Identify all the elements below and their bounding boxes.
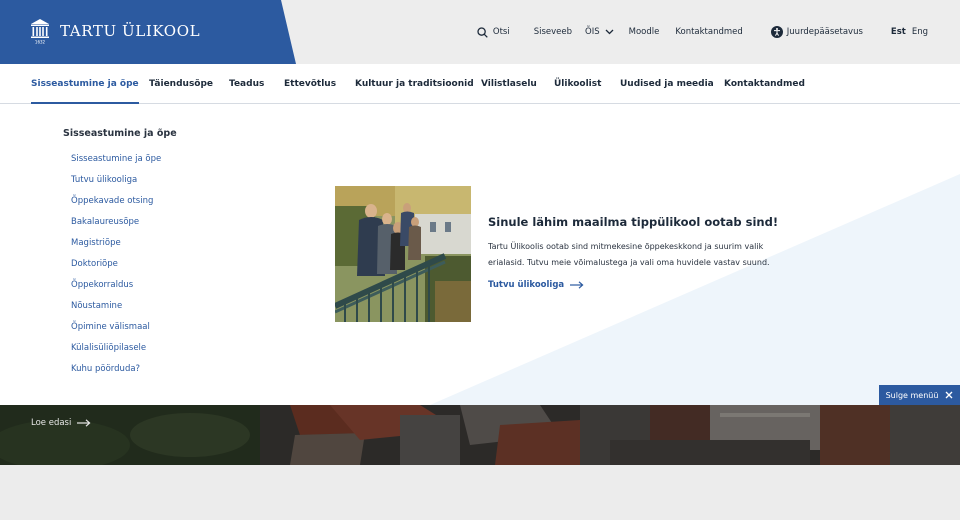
submenu-item[interactable]: Magistriõpe <box>71 237 161 258</box>
tab-kultuur[interactable]: Kultuur ja traditsioonid <box>355 64 474 104</box>
link-kontaktandmed[interactable]: Kontaktandmed <box>675 27 742 37</box>
submenu-item[interactable]: Nõustamine <box>71 300 161 321</box>
arrow-right-icon <box>570 281 584 289</box>
read-more-link[interactable]: Loe edasi <box>31 418 91 428</box>
tab-kontaktandmed[interactable]: Kontaktandmed <box>724 64 805 104</box>
tab-ulikoolist[interactable]: Ülikoolist <box>554 64 601 104</box>
close-menu-label: Sulge menüü <box>885 390 939 400</box>
page-bottom-area <box>0 465 960 520</box>
promo-link-label: Tutvu ülikooliga <box>488 280 565 290</box>
submenu-item[interactable]: Doktoriõpe <box>71 258 161 279</box>
submenu-item[interactable]: Külalisüliõpilasele <box>71 342 161 363</box>
students-photo <box>335 186 471 322</box>
tab-taiendusope[interactable]: Täiendusõpe <box>149 64 213 104</box>
close-icon <box>945 391 953 399</box>
top-header: 1632 TARTU ÜLIKOOL Otsi Siseveeb ÕIS Moo… <box>0 0 960 64</box>
promo-title: Sinule lähim maailma tippülikool ootab s… <box>488 215 779 229</box>
tab-sisseastumine[interactable]: Sisseastumine ja õpe <box>31 64 139 104</box>
search-button[interactable]: Otsi <box>477 26 510 38</box>
submenu-item[interactable]: Õppekorraldus <box>71 279 161 300</box>
university-building-icon: 1632 <box>31 19 49 45</box>
search-label: Otsi <box>492 27 510 37</box>
mega-menu-panel: Sisseastumine ja õpe Sisseastumine ja õp… <box>0 104 960 405</box>
logo-text: TARTU ÜLIKOOL <box>60 22 201 40</box>
submenu-item[interactable]: Õppekavade otsing <box>71 195 161 216</box>
accessibility-button[interactable]: Juurdepääsetavus <box>770 26 863 38</box>
submenu-item[interactable]: Õpimine välismaal <box>71 321 161 342</box>
submenu-item[interactable]: Kuhu pöörduda? <box>71 363 161 384</box>
arrow-right-icon <box>77 419 91 427</box>
lang-eng[interactable]: Eng <box>912 27 928 37</box>
close-menu-button[interactable]: Sulge menüü <box>879 385 960 405</box>
logo-link[interactable]: 1632 TARTU ÜLIKOOL <box>0 0 296 64</box>
promo-text: Tartu Ülikoolis ootab sind mitmekesine õ… <box>488 242 770 267</box>
ois-dropdown[interactable]: ÕIS <box>585 27 614 37</box>
tab-ettevotlus[interactable]: Ettevõtlus <box>284 64 336 104</box>
hero-image: Loe edasi <box>0 405 960 465</box>
city-aerial-photo <box>0 405 960 465</box>
search-icon <box>477 26 488 38</box>
link-siseveeb[interactable]: Siseveeb <box>534 27 572 37</box>
lang-est[interactable]: Est <box>891 27 906 37</box>
tab-teadus[interactable]: Teadus <box>229 64 264 104</box>
submenu-item[interactable]: Bakalaureusõpe <box>71 216 161 237</box>
chevron-down-icon <box>605 29 614 35</box>
main-nav: Sisseastumine ja õpe Täiendusõpe Teadus … <box>0 64 960 104</box>
promo-link[interactable]: Tutvu ülikooliga <box>488 280 584 290</box>
submenu-item[interactable]: Tutvu ülikooliga <box>71 174 161 195</box>
tab-vilistlaselu[interactable]: Vilistlaselu <box>481 64 537 104</box>
logo-year: 1632 <box>35 40 46 45</box>
accessibility-label: Juurdepääsetavus <box>786 27 863 37</box>
submenu-title: Sisseastumine ja õpe <box>63 128 177 139</box>
submenu-item[interactable]: Sisseastumine ja õpe <box>71 153 161 174</box>
link-moodle[interactable]: Moodle <box>629 27 660 37</box>
accessibility-icon <box>770 26 783 38</box>
submenu-list: Sisseastumine ja õpe Tutvu ülikooliga Õp… <box>71 153 161 384</box>
utility-nav: Otsi Siseveeb ÕIS Moodle Kontaktandmed J… <box>477 0 928 64</box>
read-more-label: Loe edasi <box>31 418 72 428</box>
tab-uudised[interactable]: Uudised ja meedia <box>620 64 714 104</box>
ois-label: ÕIS <box>585 27 600 37</box>
